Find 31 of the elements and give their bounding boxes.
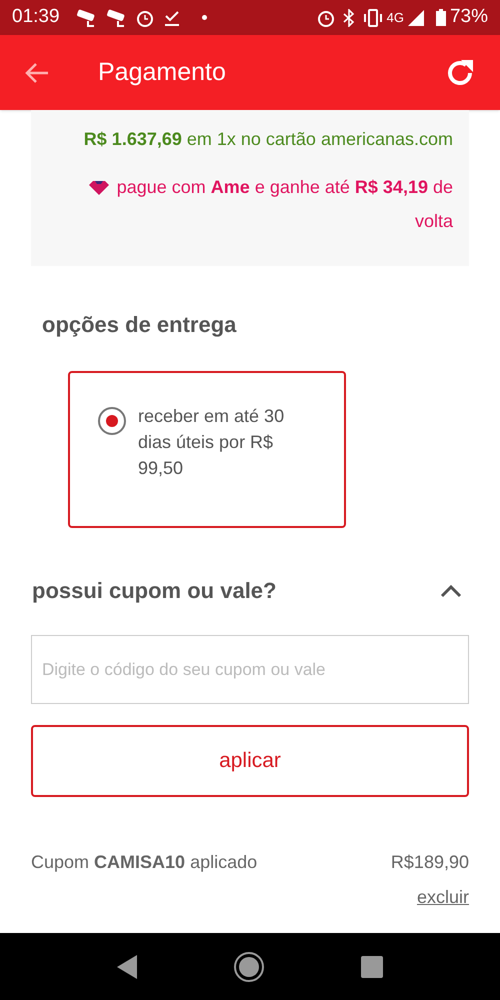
signal-icon xyxy=(408,10,424,26)
card-offer: R$ 1.637,69 em 1x no cartão americanas.com xyxy=(84,128,453,151)
ame-offer: pague com Ame e ganhe até R$ 34,19 de volta xyxy=(116,177,453,231)
option-label: receber em até 30 dias úteis por R$ 99,50 xyxy=(138,405,286,480)
download-done-icon xyxy=(164,10,180,26)
vibrate-icon xyxy=(362,8,383,26)
battery-level: 73% xyxy=(450,5,488,30)
back-icon[interactable] xyxy=(117,954,137,978)
applied-coupon: Cupom CAMISA10 aplicado xyxy=(31,851,258,874)
battery-icon xyxy=(436,9,446,26)
discount-amount: R$189,90 xyxy=(390,851,469,874)
alarm-icon xyxy=(136,8,154,26)
recents-icon[interactable] xyxy=(361,956,383,978)
bluetooth-icon xyxy=(342,8,355,26)
alarm-icon xyxy=(316,8,335,26)
camera-icon xyxy=(76,8,96,26)
chevron-up-icon[interactable] xyxy=(440,584,462,598)
gem-icon xyxy=(88,181,109,196)
page-title: Pagamento xyxy=(98,56,226,88)
camera-icon xyxy=(106,8,126,26)
section-title: opções de entrega xyxy=(42,311,238,339)
coupon-title: possui cupom ou vale? xyxy=(32,577,276,605)
remove-link[interactable]: excluir xyxy=(416,884,469,911)
network-label: 4G xyxy=(386,8,404,27)
radio-button[interactable] xyxy=(98,407,126,435)
clock: 01:39 xyxy=(12,5,60,30)
dot-icon xyxy=(202,15,207,20)
apply-button[interactable]: aplicar xyxy=(31,725,469,797)
home-icon[interactable] xyxy=(233,950,265,982)
delivery-option[interactable]: receber em até 30 dias úteis por R$ 99,50 xyxy=(68,371,346,528)
coupon-field[interactable]: Digite o código do seu cupom ou vale xyxy=(31,635,469,704)
